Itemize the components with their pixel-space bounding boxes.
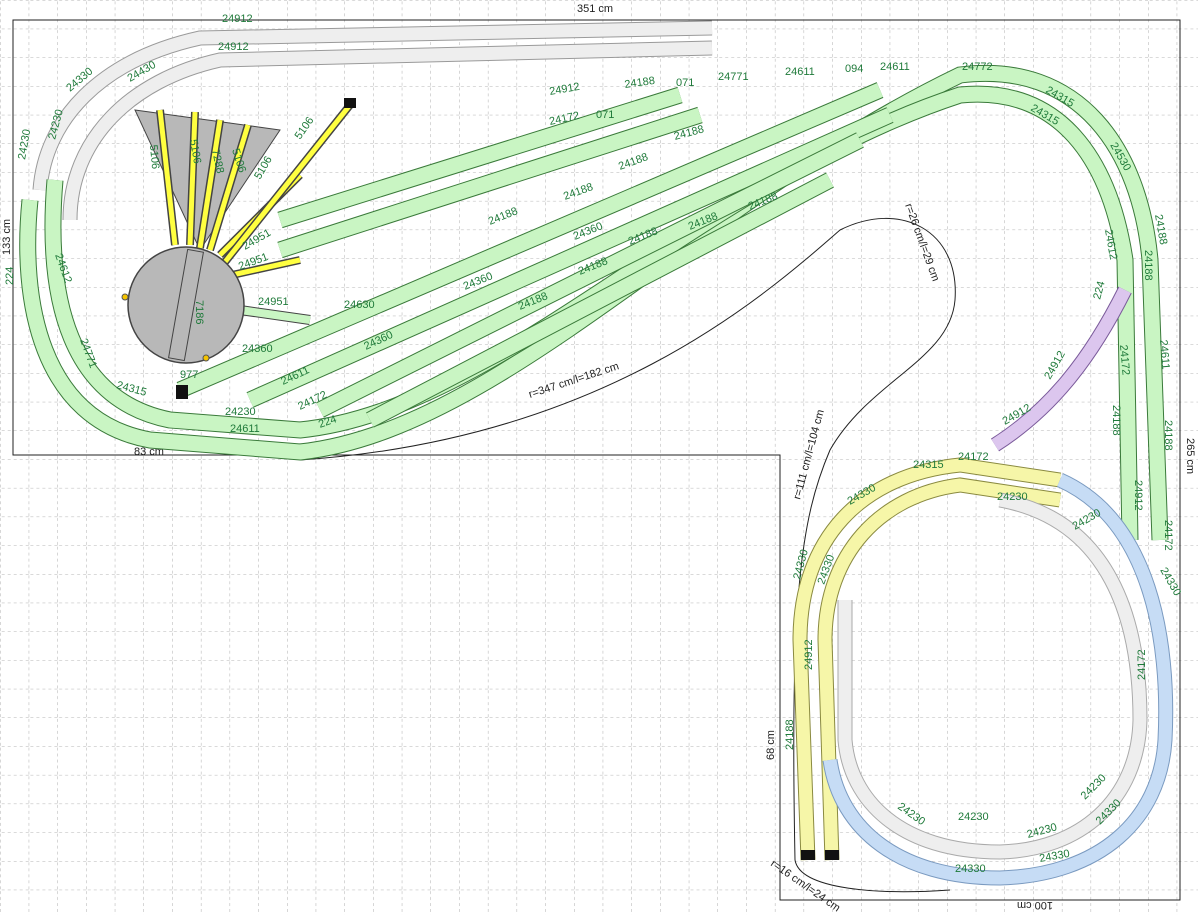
dim-top-width: 351 cm — [577, 3, 613, 15]
buffer-stop-top — [344, 98, 356, 108]
label-loop-5: 24172 — [958, 451, 989, 463]
label-lower-10: 24630 — [344, 299, 375, 311]
track-plan-canvas: 351 cm 133 cm 265 cm 100 cm 83 cm 68 cm … — [0, 0, 1198, 915]
stall-label-1: 5106 — [147, 144, 161, 169]
label-loop-6: 24230 — [997, 491, 1028, 503]
label-loop-18: 24330 — [955, 863, 986, 875]
label-lower-5: 24360 — [242, 343, 273, 355]
label-loop-20: 24188 — [1142, 250, 1154, 281]
dim-right-height: 265 cm — [1184, 438, 1196, 474]
label-main-4: 24611 — [880, 61, 910, 73]
buffer-stop-left — [176, 385, 188, 399]
dim-left-height: 133 cm — [1, 219, 13, 255]
label-main-15: 24912 — [1132, 480, 1144, 511]
turntable-part-label: 7186 — [193, 300, 205, 324]
label-lower-15: 224 — [4, 267, 16, 285]
label-loop-13: 24230 — [958, 811, 989, 823]
buffer-stop-left-yellow — [801, 850, 815, 860]
label-loop-19: 24172 — [1136, 649, 1148, 680]
buffer-stop-right-yellow — [825, 850, 839, 860]
label-loop-17: 24188 — [784, 719, 796, 750]
label-main-14: 24188 — [1110, 405, 1122, 436]
label-main-3: 094 — [845, 63, 863, 75]
dim-bottom-width: 100 cm — [1017, 899, 1053, 911]
label-main-16: 24172 — [1162, 520, 1174, 551]
label-yard-4: 071 — [596, 109, 614, 121]
label-loop-15: 24912 — [803, 639, 815, 670]
label-lower-11: 24611 — [230, 423, 260, 435]
label-yard-3: 071 — [676, 77, 694, 89]
label-main-17: 24188 — [1162, 420, 1174, 451]
label-main-2: 24611 — [785, 66, 815, 78]
label-lower-1: 24230 — [225, 406, 256, 418]
label-loop-4: 24315 — [913, 459, 944, 471]
label-top-2: 24912 — [218, 41, 249, 53]
dim-module-height: 68 cm — [765, 730, 777, 760]
label-lower-7: 24951 — [258, 296, 289, 308]
label-main-5: 24772 — [962, 61, 993, 73]
label-main-1: 24771 — [718, 71, 749, 83]
label-top-1: 24912 — [222, 13, 253, 25]
label-lower-17: 977 — [180, 369, 198, 381]
